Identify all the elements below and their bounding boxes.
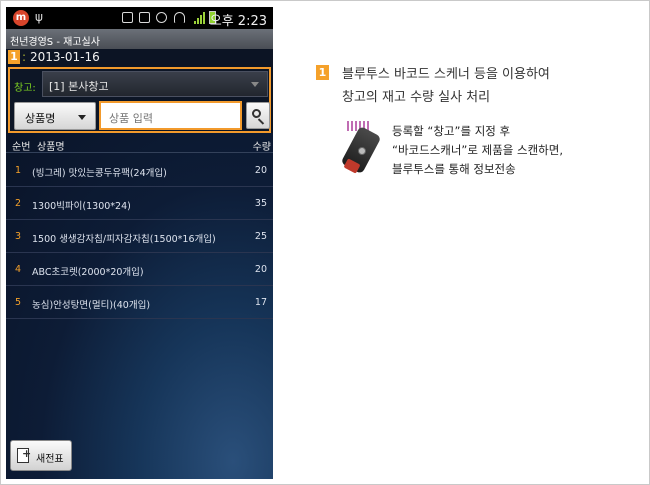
chevron-down-icon: [251, 82, 259, 87]
new-slip-button[interactable]: + 새전표: [10, 440, 72, 471]
item-qty: 17: [254, 297, 267, 308]
annotation-desc-line2: “바코드스캐너”로 제품을 스캔하면,: [392, 143, 564, 157]
clock: 오후 2:23: [209, 14, 267, 29]
plus-icon: +: [22, 447, 32, 460]
annotation-badge: 1: [316, 65, 329, 80]
alarm-icon: [156, 12, 167, 23]
app-logo-icon: m: [13, 10, 29, 26]
item-number: 3: [15, 231, 22, 242]
usb-icon: ψ: [35, 10, 43, 24]
highlight-box: 창고: [1] 본사창고 상품명: [8, 67, 271, 133]
item-name: ABC초코렛(2000*20개입): [32, 267, 144, 278]
column-header-qty: 수량: [252, 142, 271, 153]
date-row: 1 : 2013-01-16: [6, 49, 273, 67]
annotation-title-line1: 블루투스 바코드 스케너 등을 이용하여: [342, 67, 550, 82]
item-name: 1500 생생감자칩/피자감자칩(1500*16개입): [32, 234, 216, 245]
annotation-desc-line1: 등록할 “창고”를 지정 후: [392, 124, 511, 138]
warehouse-select[interactable]: [1] 본사창고: [42, 71, 268, 97]
wifi-icon: [174, 12, 185, 23]
list-item[interactable]: 1 (빙그레) 맛있는콩두유팩(24개입) 20: [6, 154, 273, 187]
phone-screen: ψ m 오후 2:23 천년경영S - 재고실사 1 : 2013-01-16 …: [6, 7, 273, 479]
inventory-date[interactable]: 2013-01-16: [30, 50, 100, 64]
list-header: 순번 상품명 수량: [6, 133, 273, 153]
search-button[interactable]: [246, 102, 270, 129]
signal-icon: [194, 12, 206, 24]
new-slip-label: 새전표: [36, 454, 64, 465]
status-bar: ψ m 오후 2:23: [6, 7, 273, 29]
list-item[interactable]: 5 농심)안성탕면(멀티)(40개입) 17: [6, 286, 273, 319]
item-number: 1: [15, 165, 22, 176]
item-qty: 20: [254, 165, 267, 176]
date-separator: :: [22, 50, 27, 64]
step-badge: 1: [8, 50, 20, 64]
list-item[interactable]: 3 1500 생생감자칩/피자감자칩(1500*16개입) 25: [6, 220, 273, 253]
item-name: 1300빅파이(1300*24): [32, 201, 131, 212]
item-number: 5: [15, 297, 22, 308]
item-name: (빙그레) 맛있는콩두유팩(24개입): [32, 168, 167, 179]
item-name: 농심)안성탕면(멀티)(40개입): [32, 300, 151, 311]
chevron-down-icon: [78, 115, 86, 120]
item-qty: 35: [254, 198, 267, 209]
item-number: 2: [15, 198, 22, 209]
barcode-scanner-icon: [337, 119, 393, 179]
item-qty: 20: [254, 264, 267, 275]
search-category-select[interactable]: 상품명: [14, 102, 96, 130]
item-number: 4: [15, 264, 22, 275]
slide-frame: ψ m 오후 2:23 천년경영S - 재고실사 1 : 2013-01-16 …: [0, 0, 650, 485]
list-item[interactable]: 2 1300빅파이(1300*24) 35: [6, 187, 273, 220]
search-icon: [252, 109, 261, 118]
annotation-desc-line3: 블루투스를 통해 정보전송: [392, 162, 516, 176]
list-item[interactable]: 4 ABC초코렛(2000*20개입) 20: [6, 253, 273, 286]
warehouse-label: 창고:: [14, 83, 36, 94]
column-header-no: 순번: [12, 142, 31, 153]
item-qty: 25: [254, 231, 267, 242]
product-search-input[interactable]: [99, 101, 242, 130]
column-header-name: 상품명: [37, 142, 65, 153]
notification-icon: [122, 12, 133, 23]
search-category-label: 상품명: [25, 112, 56, 125]
app-title: 천년경영S - 재고실사: [10, 37, 100, 48]
product-list: 순번 상품명 수량 1 (빙그레) 맛있는콩두유팩(24개입) 20 2 130…: [6, 133, 273, 479]
image-icon: [139, 12, 150, 23]
warehouse-value: [1] 본사창고: [49, 80, 109, 93]
annotation-title-line2: 창고의 재고 수량 실사 처리: [342, 90, 491, 105]
app-title-bar: 천년경영S - 재고실사: [6, 29, 273, 49]
